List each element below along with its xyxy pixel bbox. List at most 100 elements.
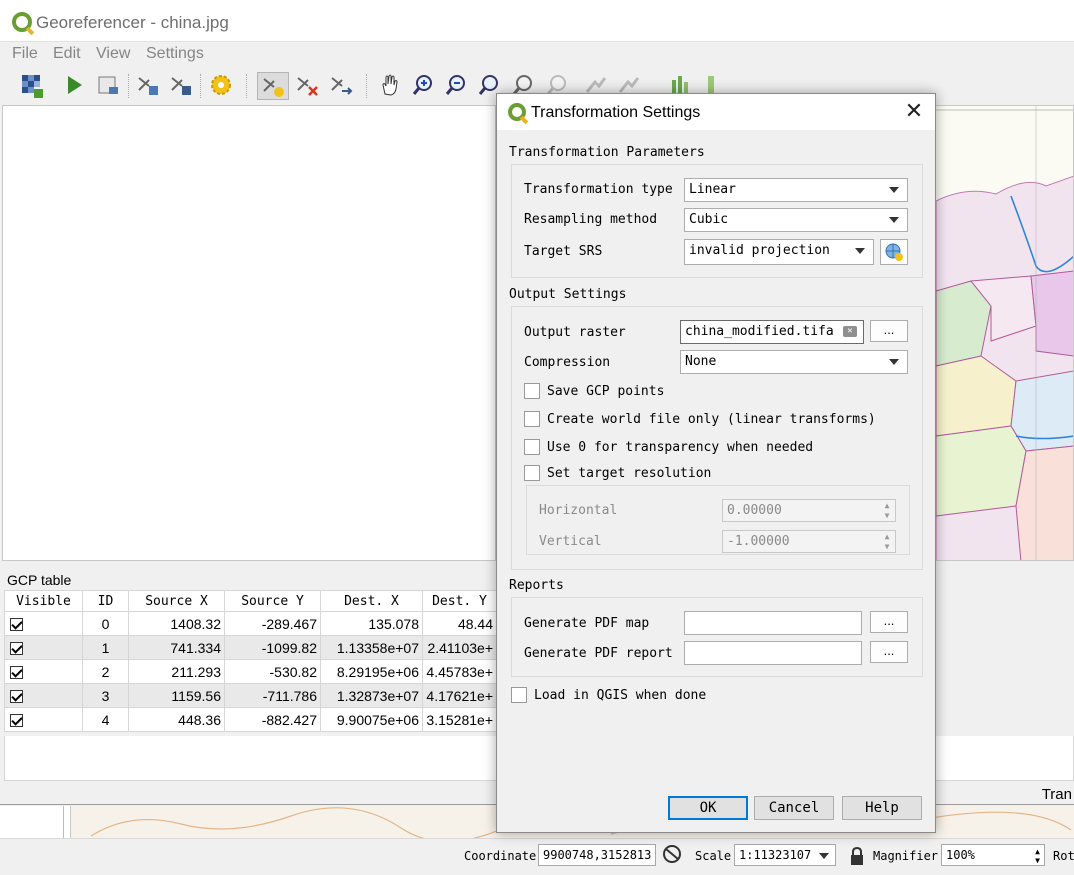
column-header-dest-y[interactable]: Dest. Y xyxy=(422,590,497,612)
column-header-dest-x[interactable]: Dest. X xyxy=(320,590,423,612)
dest-x-cell[interactable]: 8.29195e+06 xyxy=(320,659,423,684)
menu-view[interactable]: View xyxy=(96,45,130,63)
georeferencer-canvas[interactable] xyxy=(2,105,496,561)
source-x-cell[interactable]: 1159.56 xyxy=(128,683,225,708)
gcp-id: 1 xyxy=(82,635,129,660)
source-y-cell[interactable]: -882.427 xyxy=(224,707,321,732)
table-row[interactable]: 4 448.36 -882.427 9.90075e+06 3.15281e+ xyxy=(4,707,497,732)
browse-output-raster-button[interactable]: ... xyxy=(870,320,908,342)
column-header-visible[interactable]: Visible xyxy=(4,590,83,612)
close-icon[interactable]: ✕ xyxy=(903,100,925,122)
spin-down-icon[interactable]: ▼ xyxy=(881,511,893,520)
column-header-id[interactable]: ID xyxy=(82,590,129,612)
add-point-icon[interactable] xyxy=(257,72,289,100)
pdf-map-field[interactable] xyxy=(684,611,862,635)
gcp-id: 4 xyxy=(82,707,129,732)
spin-up-icon[interactable]: ▲ xyxy=(1035,847,1040,856)
clear-icon[interactable]: ✕ xyxy=(843,326,857,337)
dest-x-cell[interactable]: 1.32873e+07 xyxy=(320,683,423,708)
vertical-resolution-spinbox[interactable]: -1.00000 ▲ ▼ xyxy=(722,530,896,553)
table-row[interactable]: 2 211.293 -530.82 8.29195e+06 4.45783e+ xyxy=(4,659,497,684)
start-georeferencing-icon[interactable] xyxy=(60,72,88,100)
save-gcp-icon[interactable] xyxy=(167,72,195,100)
move-gcp-icon[interactable] xyxy=(327,72,355,100)
dest-y-cell[interactable]: 4.17621e+ xyxy=(422,683,497,708)
spin-down-icon[interactable]: ▼ xyxy=(881,542,893,551)
lock-scale-icon[interactable] xyxy=(849,846,865,869)
pdf-report-field[interactable] xyxy=(684,641,862,665)
spin-up-icon[interactable]: ▲ xyxy=(881,501,893,510)
visible-checkbox[interactable] xyxy=(10,642,23,656)
delete-point-icon[interactable] xyxy=(293,72,321,100)
scale-combobox[interactable]: 1:11323107 xyxy=(734,844,836,866)
ok-button[interactable]: OK xyxy=(668,796,748,820)
menu-settings[interactable]: Settings xyxy=(146,45,204,63)
dest-y-cell[interactable]: 2.41103e+ xyxy=(422,635,497,660)
transformation-type-label: Transformation type xyxy=(524,182,673,197)
dest-x-cell[interactable]: 135.078 xyxy=(320,611,423,636)
crs-globe-icon xyxy=(885,243,903,261)
source-x-cell[interactable]: 211.293 xyxy=(128,659,225,684)
checkbox[interactable] xyxy=(524,465,540,481)
horizontal-resolution-spinbox[interactable]: 0.00000 ▲ ▼ xyxy=(722,499,896,522)
magnifier-spinbox[interactable]: 100% ▲ ▼ xyxy=(941,844,1045,866)
browse-pdf-map-button[interactable]: ... xyxy=(870,611,908,633)
cancel-button[interactable]: Cancel xyxy=(754,796,834,820)
menu-file[interactable]: File xyxy=(12,45,38,63)
dest-x-cell[interactable]: 1.13358e+07 xyxy=(320,635,423,660)
use-zero-transparency-checkbox[interactable]: Use 0 for transparency when needed xyxy=(524,439,904,457)
dest-y-cell[interactable]: 4.45783e+ xyxy=(422,659,497,684)
load-in-qgis-checkbox[interactable]: Load in QGIS when done xyxy=(511,687,811,705)
dest-y-cell[interactable]: 3.15281e+ xyxy=(422,707,497,732)
source-y-cell[interactable]: -289.467 xyxy=(224,611,321,636)
source-x-cell[interactable]: 1408.32 xyxy=(128,611,225,636)
browse-pdf-report-button[interactable]: ... xyxy=(870,641,908,663)
table-row[interactable]: 3 1159.56 -711.786 1.32873e+07 4.17621e+ xyxy=(4,683,497,708)
compression-select[interactable]: None xyxy=(680,350,908,374)
checkbox[interactable] xyxy=(524,383,540,399)
transformation-type-select[interactable]: Linear xyxy=(684,178,908,202)
reference-map-view[interactable] xyxy=(936,105,1074,561)
resampling-method-select[interactable]: Cubic xyxy=(684,208,908,232)
generate-gdal-script-icon[interactable] xyxy=(94,72,122,100)
table-row[interactable]: 0 1408.32 -289.467 135.078 48.44 xyxy=(4,611,497,636)
zoom-in-icon[interactable] xyxy=(409,72,437,100)
dest-y-cell[interactable]: 48.44 xyxy=(422,611,497,636)
help-button[interactable]: Help xyxy=(842,796,922,820)
chevron-down-icon xyxy=(855,248,865,254)
title-bar: Georeferencer - china.jpg xyxy=(0,0,1074,42)
transformation-settings-icon[interactable] xyxy=(207,72,235,100)
magnifier-value: 100% xyxy=(946,848,975,862)
output-raster-field[interactable]: china_modified.tifa ✕ xyxy=(680,320,864,344)
spin-up-icon[interactable]: ▲ xyxy=(881,532,893,541)
toggle-coordinate-display-icon[interactable] xyxy=(660,843,684,867)
column-header-source-x[interactable]: Source X xyxy=(128,590,225,612)
source-y-cell[interactable]: -1099.82 xyxy=(224,635,321,660)
table-row[interactable]: 1 741.334 -1099.82 1.13358e+07 2.41103e+ xyxy=(4,635,497,660)
dest-x-cell[interactable]: 9.90075e+06 xyxy=(320,707,423,732)
visible-checkbox[interactable] xyxy=(10,690,23,704)
source-x-cell[interactable]: 448.36 xyxy=(128,707,225,732)
menu-edit[interactable]: Edit xyxy=(53,45,81,63)
open-raster-icon[interactable] xyxy=(18,72,46,100)
pan-icon[interactable] xyxy=(376,72,404,100)
checkbox[interactable] xyxy=(524,411,540,427)
column-header-source-y[interactable]: Source Y xyxy=(224,590,321,612)
world-file-only-checkbox[interactable]: Create world file only (linear transform… xyxy=(524,411,904,429)
visible-checkbox[interactable] xyxy=(10,666,23,680)
checkbox[interactable] xyxy=(511,687,527,703)
coordinate-field[interactable]: 9900748,3152813 xyxy=(538,844,656,866)
set-target-resolution-checkbox[interactable]: Set target resolution xyxy=(524,465,904,483)
select-crs-button[interactable] xyxy=(880,239,908,265)
target-srs-select[interactable]: invalid projection xyxy=(684,239,874,265)
source-y-cell[interactable]: -711.786 xyxy=(224,683,321,708)
checkbox[interactable] xyxy=(524,439,540,455)
spin-down-icon[interactable]: ▼ xyxy=(1035,856,1040,865)
visible-checkbox[interactable] xyxy=(10,618,23,632)
save-gcp-points-checkbox[interactable]: Save GCP points xyxy=(524,383,904,401)
load-gcp-icon[interactable] xyxy=(134,72,162,100)
source-x-cell[interactable]: 741.334 xyxy=(128,635,225,660)
source-y-cell[interactable]: -530.82 xyxy=(224,659,321,684)
visible-checkbox[interactable] xyxy=(10,714,23,728)
zoom-out-icon[interactable] xyxy=(442,72,470,100)
